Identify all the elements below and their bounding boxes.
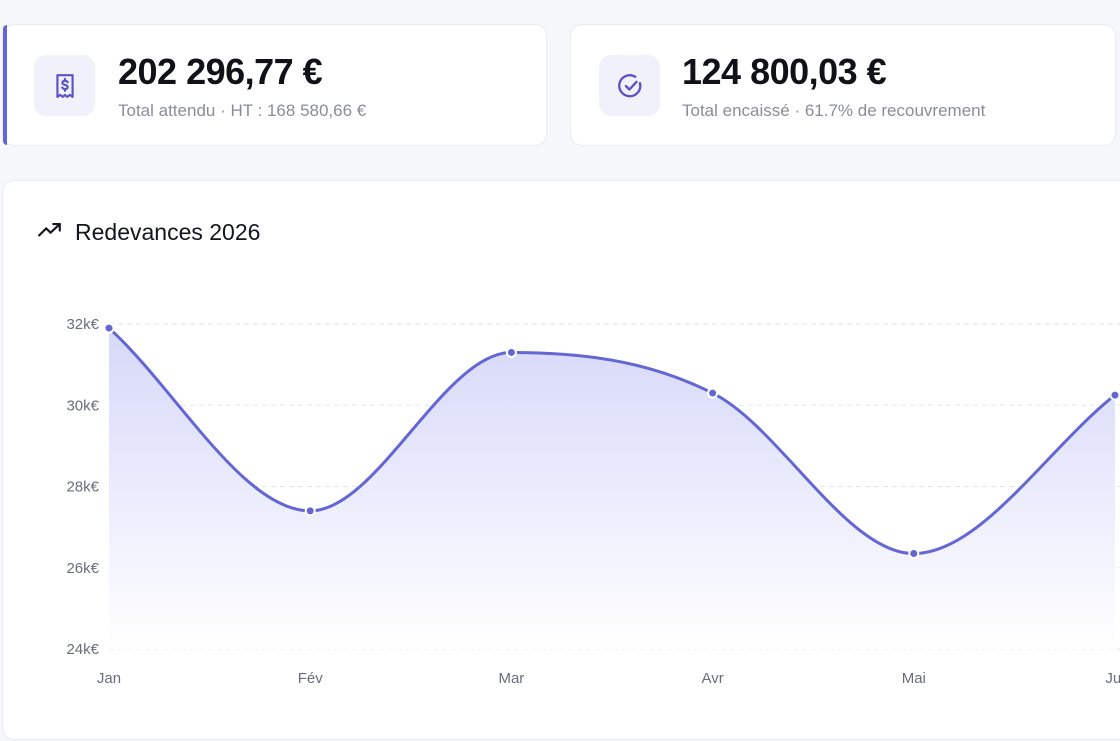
revenue-area-chart: 32k€ 30k€ 28k€ 26k€ 24k€ Jan Fév Mar Avr Mai Jui (66, 316, 1120, 687)
chart-title: Redevances 2026 (75, 219, 261, 245)
trending-up-icon (37, 217, 63, 248)
x-tick-label: Fév (298, 670, 324, 687)
data-point (908, 548, 920, 560)
kpi-card-expected: 202 296,77 € Total attendu · HT : 168 58… (2, 24, 547, 146)
kpi-subtitle: Total attendu · HT : 168 580,66 € (118, 101, 367, 120)
check-circle-icon (599, 55, 660, 116)
x-tick-label: Jui (1105, 670, 1120, 687)
kpi-value: 202 296,77 € (118, 51, 323, 92)
data-point (707, 387, 719, 399)
x-tick-label: Mai (902, 670, 926, 687)
receipt-dollar-icon (34, 55, 95, 116)
revenue-chart-card: 32k€ 30k€ 28k€ 26k€ 24k€ Jan Fév Mar Avr Mai Jui R… (2, 180, 1120, 740)
x-tick-label: Avr (701, 670, 723, 687)
data-point (304, 505, 316, 517)
series-area (109, 328, 1115, 649)
kpi-value: 124 800,03 € (682, 51, 887, 92)
y-tick-label: 28k€ (66, 479, 99, 496)
kpi-card-collected: 124 800,03 € Total encaissé · 61.7% de r… (570, 24, 1116, 146)
kpi-accent-bar (3, 25, 7, 145)
x-tick-label: Mar (498, 670, 524, 687)
data-point (1109, 389, 1120, 401)
kpi-subtitle: Total encaissé · 61.7% de recouvrement (682, 101, 986, 120)
data-point (103, 322, 115, 334)
y-tick-label: 26k€ (66, 560, 99, 577)
data-point (505, 346, 517, 358)
y-tick-label: 30k€ (66, 397, 99, 414)
y-tick-label: 24k€ (66, 641, 99, 658)
chart-header: Redevances 2026 (37, 217, 260, 248)
x-tick-label: Jan (97, 670, 121, 687)
y-tick-label: 32k€ (66, 316, 99, 333)
